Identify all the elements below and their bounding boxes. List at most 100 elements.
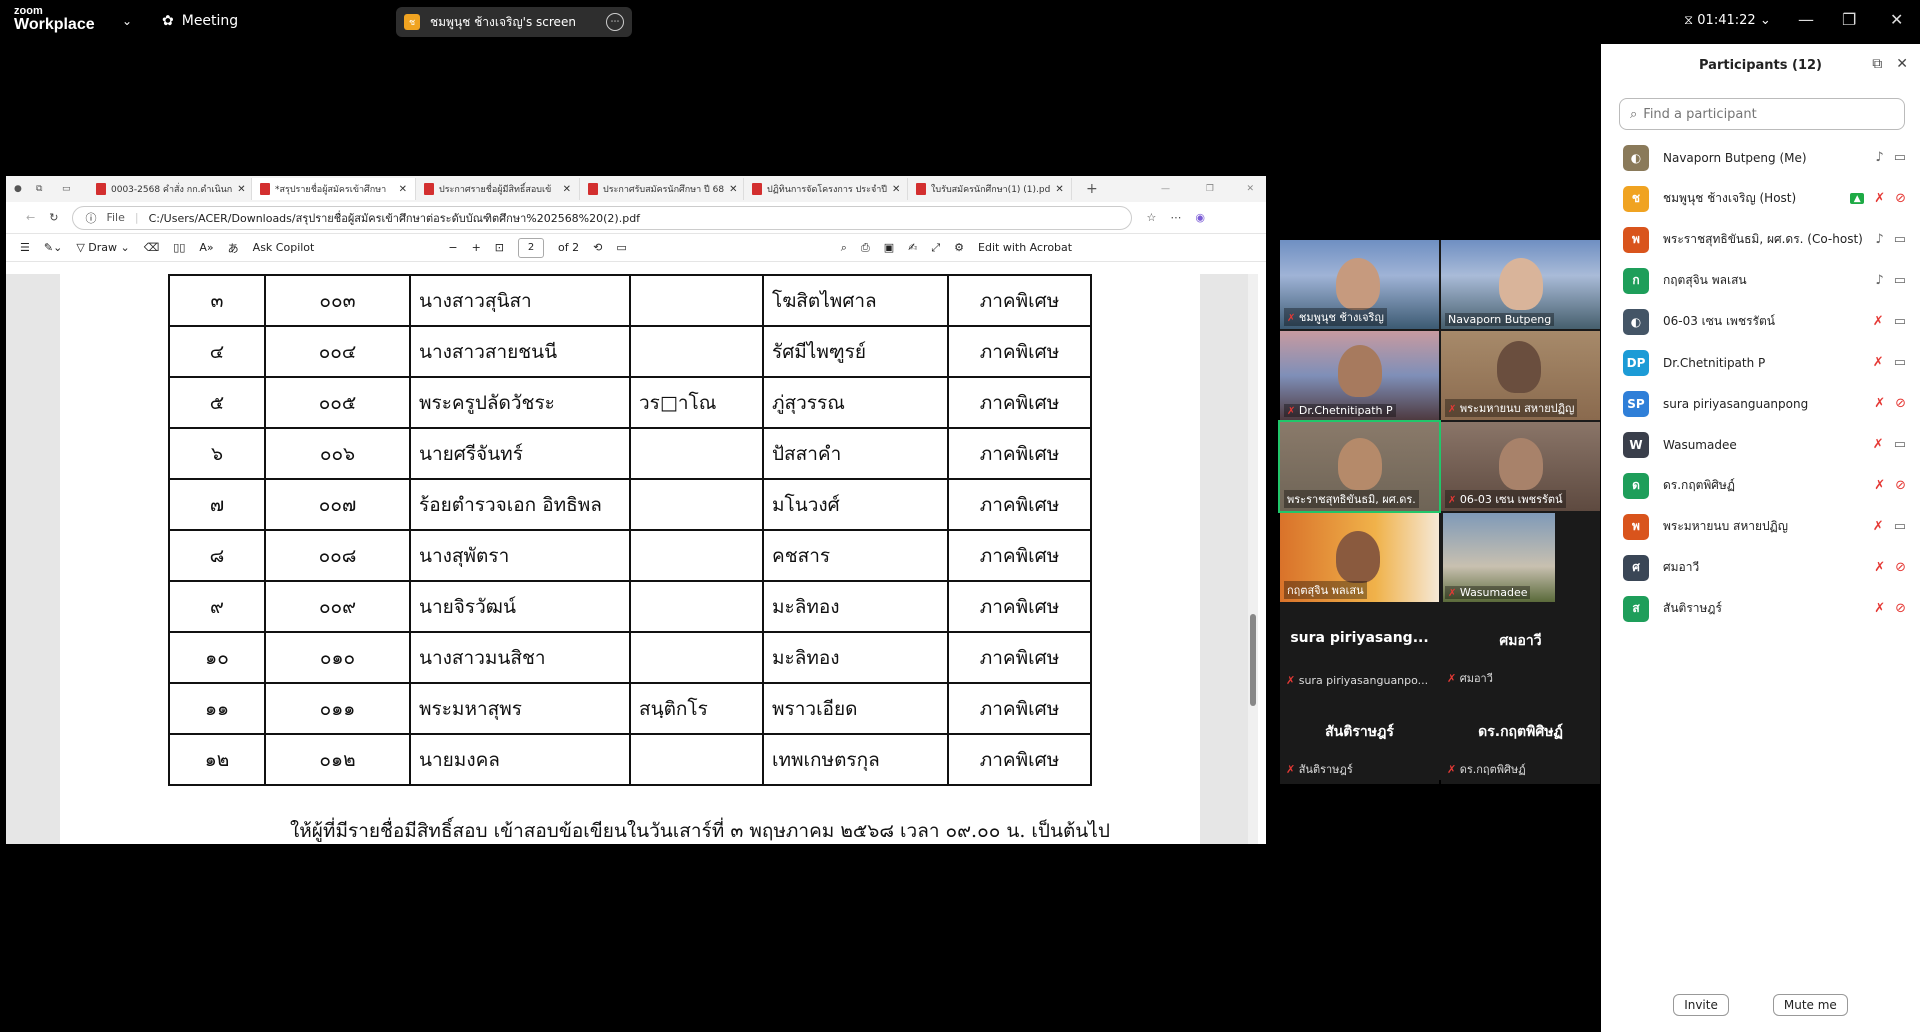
restore-icon[interactable]: ❐ [1206, 184, 1214, 194]
edit-with-acrobat[interactable]: Edit with Acrobat [978, 241, 1072, 254]
participant-row[interactable]: ก กฤตสุจิน พลเสน ♪ ▭ [1601, 260, 1920, 301]
video-icon[interactable]: ▭ [1894, 355, 1906, 370]
video-tile-6[interactable]: กฤตสุจิน พลเสน [1280, 513, 1439, 602]
more-icon[interactable]: ⋯ [1170, 211, 1181, 224]
back-icon[interactable]: ← [26, 211, 35, 224]
participant-row[interactable]: ด ดร.กฤตพิศิษฏ์ ✗ ⊘ [1601, 465, 1920, 506]
video-tile-5[interactable]: ✗ 06-03 เซน เพชรรัตน์ [1441, 422, 1600, 511]
mic-muted-icon[interactable]: ✗ [1874, 560, 1885, 575]
meeting-timer[interactable]: ⧖ 01:41:22 ⌄ [1684, 13, 1771, 28]
video-tile-0[interactable]: ✗ ชมพูนุช ช้างเจริญ [1280, 240, 1439, 329]
close-icon[interactable]: ✕ [399, 184, 407, 195]
minimize-icon[interactable]: — [1161, 184, 1170, 194]
video-icon[interactable]: ▭ [1894, 232, 1906, 247]
scrollbar[interactable] [1248, 274, 1258, 844]
workspaces-icon[interactable]: ⧉ [36, 184, 62, 194]
profile-icon[interactable]: ● [14, 184, 36, 194]
fit-icon[interactable]: ⊡ [495, 241, 504, 254]
page-number-input[interactable]: 2 [518, 237, 544, 258]
save-icon[interactable]: ▣ [884, 241, 894, 254]
rotate-icon[interactable]: ⟲ [593, 241, 602, 254]
participant-row[interactable]: SP sura piriyasanguanpong ✗ ⊘ [1601, 383, 1920, 424]
mic-muted-icon[interactable]: ✗ [1873, 314, 1884, 329]
close-icon[interactable]: ✕ [1896, 56, 1908, 72]
more-icon[interactable]: ⋯ [606, 13, 624, 31]
video-off-icon[interactable]: ⊘ [1895, 601, 1906, 616]
close-icon[interactable]: ✕ [563, 184, 571, 195]
video-off-icon[interactable]: ⊘ [1895, 560, 1906, 575]
participant-row[interactable]: ส สันติราษฎร์ ✗ ⊘ [1601, 588, 1920, 629]
video-tile-10[interactable]: สันติราษฎร์ ✗ สันติราษฎร์ [1280, 695, 1439, 784]
video-icon[interactable]: ▭ [1894, 314, 1906, 329]
scrollbar-thumb[interactable] [1250, 614, 1256, 706]
video-off-icon[interactable]: ⊘ [1895, 191, 1906, 206]
mute-me-button[interactable]: Mute me [1772, 994, 1848, 1016]
video-tile-4[interactable]: พระราชสุทธิขันธมิ, ผศ.ดร. [1278, 420, 1441, 513]
close-icon[interactable]: ✕ [1055, 184, 1063, 195]
restore-icon[interactable]: ❐ [1842, 10, 1856, 29]
pop-out-icon[interactable]: ⧉ [1872, 56, 1882, 72]
screen-share-pill[interactable]: ช ชมพูนุช ช้างเจริญ's screen ⋯ [396, 7, 632, 37]
video-icon[interactable]: ▭ [1894, 150, 1906, 165]
url-field[interactable]: ⓘ File | C:/Users/ACER/Downloads/สรุปราย… [72, 205, 1133, 230]
participant-row[interactable]: พ พระมหายนบ สหายปฏิญ ✗ ▭ [1601, 506, 1920, 547]
video-off-icon[interactable]: ⊘ [1895, 396, 1906, 411]
view-icon[interactable]: ▯▯ [173, 241, 185, 254]
mic-muted-icon[interactable]: ✗ [1873, 519, 1884, 534]
meeting-menu[interactable]: ✿ Meeting [162, 13, 238, 29]
refresh-icon[interactable]: ↻ [49, 211, 58, 224]
new-tab-icon[interactable]: + [1086, 181, 1098, 197]
draw-tool[interactable]: ▽ Draw ⌄ [76, 241, 129, 254]
participant-row[interactable]: DP Dr.Chetnitipath P ✗ ▭ [1601, 342, 1920, 383]
print-icon[interactable]: ⎙ [861, 241, 870, 255]
chevron-down-icon[interactable]: ⌄ [122, 14, 132, 28]
minimize-icon[interactable]: — [1798, 10, 1814, 29]
mic-muted-icon[interactable]: ✗ [1874, 601, 1885, 616]
video-icon[interactable]: ▭ [1894, 437, 1906, 452]
tab-2[interactable]: ประกาศรายชื่อผู้มีสิทธิ์สอบเข้ ✕ [416, 178, 580, 200]
settings-icon[interactable]: ⚙ [954, 241, 964, 254]
mic-icon[interactable]: ♪ [1875, 273, 1883, 288]
video-off-icon[interactable]: ⊘ [1895, 478, 1906, 493]
expand-icon[interactable]: ⤢ [931, 241, 940, 255]
pdf-viewport[interactable]: ๓๐๐๓ นางสาวสุนิสา โฆสิตไพศาล ภาคพิเศษ๔๐๐๔ นา… [6, 274, 1258, 844]
tab-5[interactable]: ใบรับสมัครนักศึกษา(1) (1).pd ✕ [908, 178, 1072, 200]
zoom-logo[interactable]: zoom Workplace [14, 6, 95, 33]
close-icon[interactable]: ✕ [237, 184, 245, 195]
participant-row[interactable]: ◐ 06-03 เซน เพชรรัตน์ ✗ ▭ [1601, 301, 1920, 342]
favorites-icon[interactable]: ☆ [1146, 211, 1156, 224]
video-tile-3[interactable]: ✗ พระมหายนบ สหายปฏิญ [1441, 331, 1600, 420]
mic-muted-icon[interactable]: ✗ [1874, 191, 1885, 206]
close-icon[interactable]: ✕ [1890, 10, 1903, 29]
tab-actions-icon[interactable]: ▭ [62, 184, 88, 194]
participant-row[interactable]: ช ชมพูนุช ช้างเจริญ (Host) ▲ ✗ ⊘ [1601, 178, 1920, 219]
video-icon[interactable]: ▭ [1894, 273, 1906, 288]
page-view-icon[interactable]: ▭ [616, 241, 626, 254]
zoom-in-icon[interactable]: + [472, 241, 481, 254]
mic-muted-icon[interactable]: ✗ [1874, 396, 1885, 411]
copilot-icon[interactable]: ◉ [1195, 211, 1205, 224]
eraser-icon[interactable]: ⌫ [144, 241, 160, 254]
close-icon[interactable]: ✕ [729, 184, 737, 195]
close-icon[interactable]: ✕ [892, 184, 900, 195]
close-icon[interactable]: ✕ [1246, 184, 1254, 194]
video-tile-11[interactable]: ดร.กฤตพิศิษฏ์ ✗ ดร.กฤตพิศิษฏ์ [1441, 695, 1600, 784]
mic-icon[interactable]: ♪ [1875, 150, 1883, 165]
mic-muted-icon[interactable]: ✗ [1873, 355, 1884, 370]
tab-1[interactable]: *สรุปรายชื่อผู้สมัครเข้าศึกษา ✕ [252, 178, 416, 200]
tab-0[interactable]: 0003-2568 คำสั่ง กก.ดำเนินก ✕ [88, 178, 252, 200]
video-tile-1[interactable]: Navaporn Butpeng [1441, 240, 1600, 329]
tab-3[interactable]: ประกาศรับสมัครนักศึกษา ปี 68 ✕ [580, 178, 744, 200]
invite-button[interactable]: Invite [1673, 994, 1729, 1016]
mic-icon[interactable]: ♪ [1875, 232, 1883, 247]
video-tile-8[interactable]: sura piriyasang... ✗ sura piriyasanguanp… [1280, 604, 1439, 693]
participant-row[interactable]: W Wasumadee ✗ ▭ [1601, 424, 1920, 465]
read-aloud-icon[interactable]: A» [199, 241, 213, 254]
mic-muted-icon[interactable]: ✗ [1874, 478, 1885, 493]
participant-row[interactable]: ◐ Navaporn Butpeng (Me) ♪ ▭ [1601, 137, 1920, 178]
translate-icon[interactable]: あ [228, 240, 239, 256]
tab-4[interactable]: ปฏิทินการจัดโครงการ ประจำปี ✕ [744, 178, 908, 200]
participant-row[interactable]: พ พระราชสุทธิขันธมิ, ผศ.ดร. (Co-host) ♪ ▭ [1601, 219, 1920, 260]
video-tile-2[interactable]: ✗ Dr.Chetnitipath P [1280, 331, 1439, 420]
participant-row[interactable]: ศ ศมอาวี ✗ ⊘ [1601, 547, 1920, 588]
